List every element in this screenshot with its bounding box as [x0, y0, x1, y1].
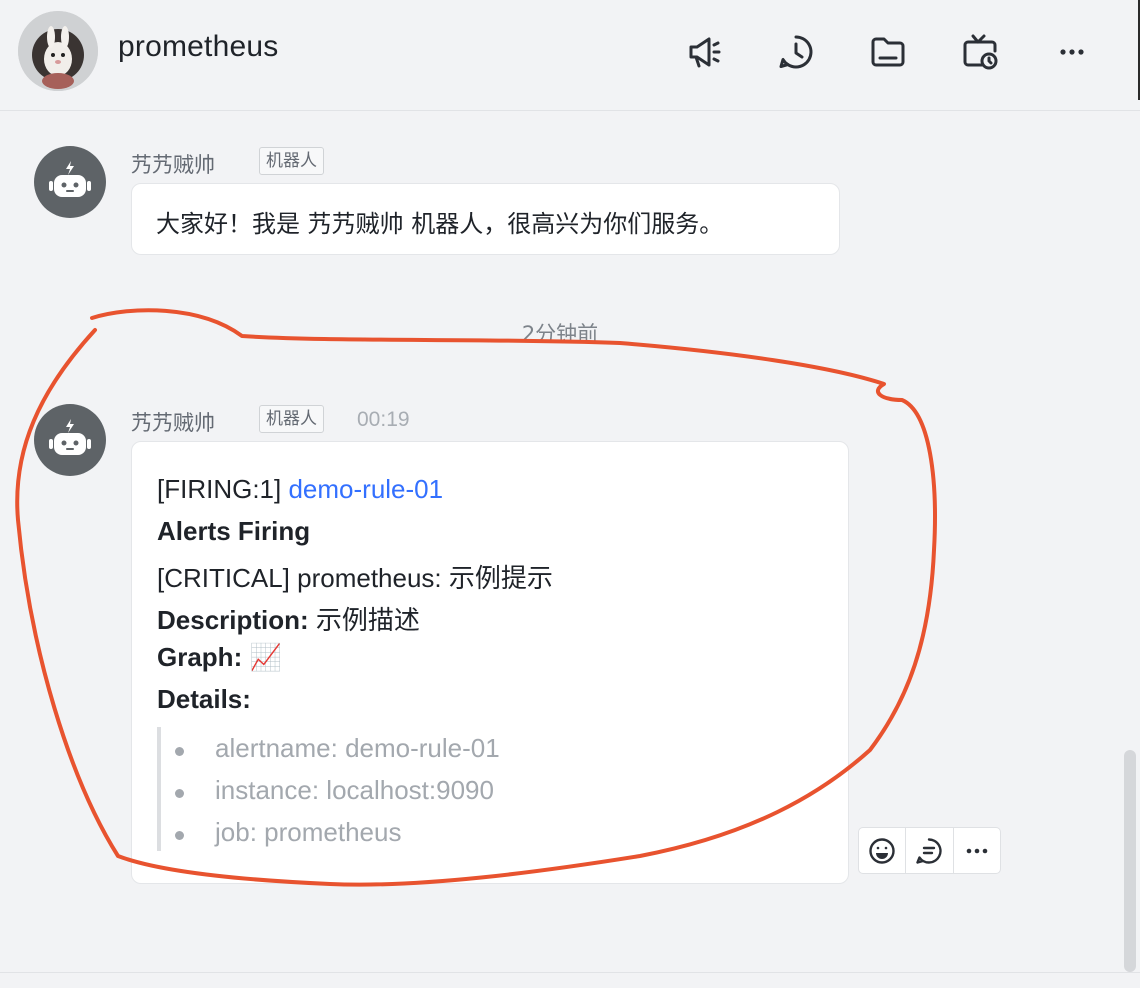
bullet-icon	[175, 831, 184, 840]
message-text: 大家好！我是 艿艿贼帅 机器人，很高兴为你们服务。	[156, 210, 724, 238]
robot-icon	[49, 419, 91, 455]
message-time: 00:19	[357, 408, 410, 431]
details-label: Details:	[157, 684, 251, 714]
time-separator: 2分钟前	[521, 322, 599, 346]
alerts-heading: Alerts Firing	[157, 516, 311, 546]
announcement-button[interactable]	[680, 28, 728, 76]
details-quote: alertname: demo-rule-01 instance: localh…	[157, 727, 581, 851]
scheduled-button[interactable]	[956, 28, 1004, 76]
bullet-icon	[175, 789, 184, 798]
detail-item: job: prometheus	[215, 817, 402, 847]
more-button[interactable]	[1048, 28, 1096, 76]
chat-header: prometheus	[0, 0, 1140, 111]
message-bubble[interactable]: 大家好！我是 艿艿贼帅 机器人，很高兴为你们服务。	[131, 183, 840, 255]
critical-line: [CRITICAL] prometheus: 示例提示	[157, 563, 553, 593]
announcement-icon	[689, 37, 721, 68]
emoji-icon	[869, 837, 895, 864]
firing-prefix: [FIRING:1]	[157, 474, 289, 504]
reply-button[interactable]	[906, 828, 954, 873]
bot-avatar[interactable]	[34, 404, 106, 476]
group-avatar[interactable]	[18, 11, 98, 91]
description-line: Description: 示例描述	[157, 600, 420, 637]
reply-icon	[916, 837, 943, 864]
folder-icon	[871, 37, 905, 67]
message-actions	[858, 827, 1001, 874]
chat-window: prometheus 艿艿贼帅 机器人 大家好！我是 艿艿贼帅 机器人，很高兴为…	[0, 0, 1140, 988]
bullet-icon	[175, 747, 184, 756]
bot-tag: 机器人	[259, 405, 324, 433]
description-label: Description:	[157, 605, 309, 635]
bot-avatar[interactable]	[34, 146, 106, 218]
sender-name: 艿艿贼帅	[131, 411, 215, 435]
detail-item: alertname: demo-rule-01	[215, 733, 500, 763]
graph-label: Graph:	[157, 642, 243, 672]
scrollbar-thumb[interactable]	[1124, 750, 1136, 972]
add-reaction-button[interactable]	[859, 828, 907, 873]
scheduled-icon	[963, 34, 998, 70]
more-icon	[966, 848, 988, 853]
header-actions	[680, 28, 1100, 76]
files-button[interactable]	[864, 28, 912, 76]
graph-line: Graph: 📈	[157, 642, 282, 673]
robot-icon	[49, 161, 91, 197]
chat-title: prometheus	[118, 30, 279, 63]
more-actions-button[interactable]	[954, 828, 1000, 873]
composer-divider	[0, 972, 1140, 973]
alert-message-bubble[interactable]: [FIRING:1] demo-rule-01 Alerts Firing [C…	[131, 441, 849, 884]
description-value: 示例描述	[308, 605, 420, 635]
sender-name: 艿艿贼帅	[131, 153, 215, 177]
history-icon	[779, 35, 813, 69]
detail-item: instance: localhost:9090	[215, 775, 494, 805]
alert-rule-link[interactable]: demo-rule-01	[288, 474, 443, 504]
firing-line: [FIRING:1] demo-rule-01	[157, 474, 443, 505]
bot-tag: 机器人	[259, 147, 324, 175]
more-icon	[1060, 49, 1084, 55]
graph-link-icon[interactable]: 📈	[249, 642, 281, 672]
history-button[interactable]	[772, 28, 820, 76]
